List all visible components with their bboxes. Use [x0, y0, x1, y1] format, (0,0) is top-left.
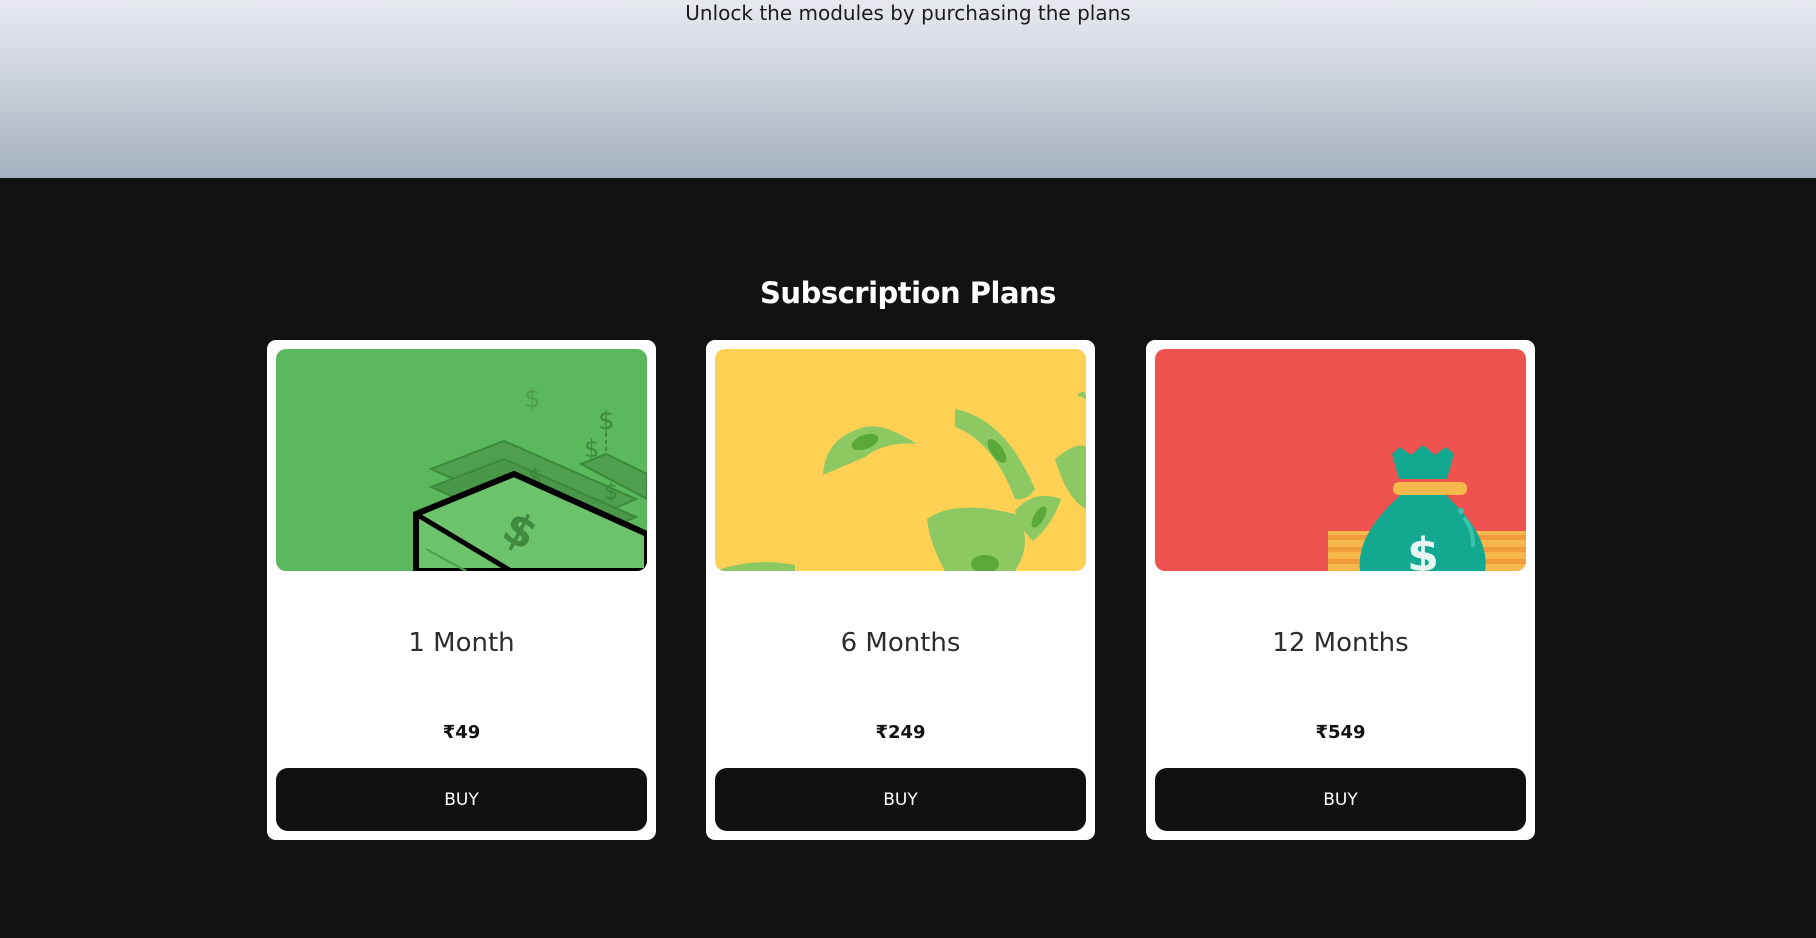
buy-button-12-months[interactable]: BUY	[1155, 768, 1526, 831]
plan-card-12-months: $ 12 Months ₹549 BUY	[1146, 340, 1535, 840]
hero-banner: Unlock the modules by purchasing the pla…	[0, 0, 1816, 178]
plan-price: ₹49	[442, 722, 481, 743]
money-bag-illustration: $	[1155, 349, 1526, 571]
hero-subtitle: Unlock the modules by purchasing the pla…	[685, 1, 1131, 25]
section-title: Subscription Plans	[760, 276, 1056, 310]
plan-name: 12 Months	[1272, 628, 1409, 658]
svg-text:$: $	[604, 480, 618, 505]
plan-card-1-month: $ $ $ $ $ $ 1 Month ₹49 BUY	[267, 340, 656, 840]
plan-price: ₹249	[875, 722, 926, 743]
buy-button-1-month[interactable]: BUY	[276, 768, 647, 831]
plan-name: 6 Months	[840, 628, 961, 658]
buy-button-6-months[interactable]: BUY	[715, 768, 1086, 831]
money-stack-illustration: $ $ $ $ $ $	[276, 349, 647, 571]
svg-text:$: $	[1407, 528, 1439, 571]
svg-text:$: $	[598, 406, 615, 436]
plan-name: 1 Month	[408, 628, 515, 658]
plan-card-6-months: 6 Months ₹249 BUY	[706, 340, 1095, 840]
flying-money-illustration	[715, 349, 1086, 571]
svg-text:$: $	[524, 384, 541, 414]
plan-price: ₹549	[1315, 722, 1366, 743]
